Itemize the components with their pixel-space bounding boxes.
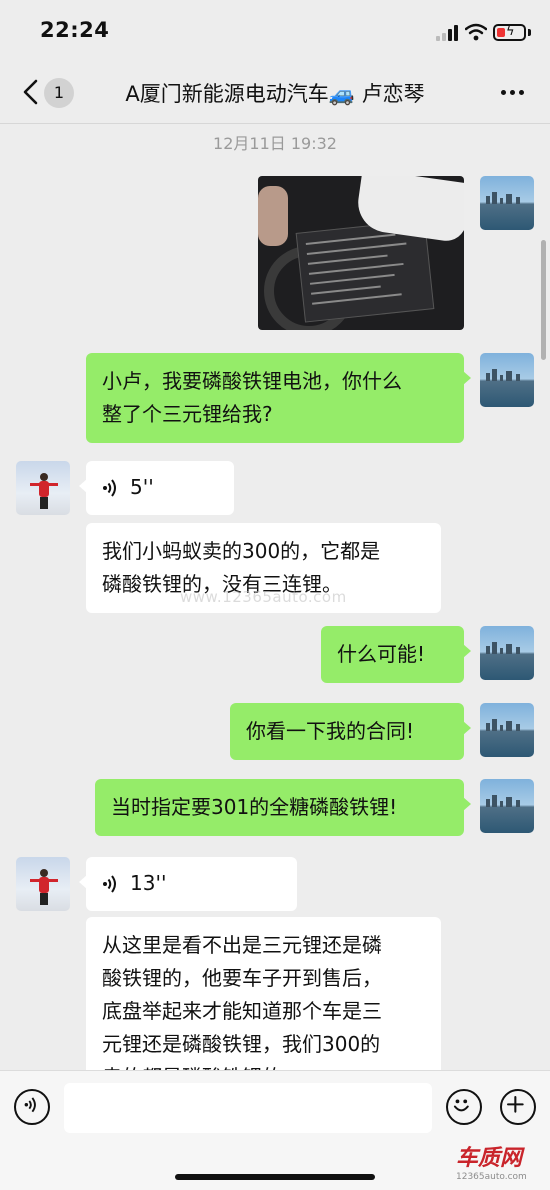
message-input[interactable] — [64, 1083, 432, 1133]
message-line: 小卢，我要磷酸铁锂电池，你什么 — [102, 369, 402, 393]
voice-message[interactable]: 5'' — [79, 461, 234, 515]
message-bubble-sent[interactable]: 什么可能! — [321, 626, 471, 683]
my-avatar[interactable] — [480, 626, 534, 680]
message-line: 我们小蚂蚁卖的300的，它都是 — [102, 539, 381, 563]
voice-message[interactable]: 13'' — [79, 857, 297, 911]
back-arrow-icon[interactable] — [20, 78, 42, 106]
voice-wave-icon — [103, 874, 116, 893]
emoji-icon[interactable] — [446, 1089, 482, 1125]
message-line: 当时指定要301的全糖磷酸铁锂! — [111, 795, 398, 819]
message-line: 卖的都是磷酸铁锂的。 — [102, 1061, 425, 1070]
message-line: 整了个三元锂给我? — [102, 402, 273, 426]
chat-scrollbar[interactable] — [541, 240, 546, 360]
message-bubble-sent[interactable]: 你看一下我的合同! — [230, 703, 471, 760]
home-indicator — [175, 1174, 375, 1180]
voice-duration: 5'' — [130, 475, 154, 499]
my-avatar[interactable] — [480, 779, 534, 833]
message-line: 什么可能! — [337, 642, 426, 666]
wifi-icon — [465, 23, 487, 41]
message-line: 元锂还是磷酸铁锂，我们300的 — [102, 1032, 381, 1056]
my-avatar[interactable] — [480, 353, 534, 407]
site-logo: 车质网 12365auto.com — [456, 1140, 548, 1188]
voice-wave-icon — [103, 478, 116, 497]
contact-avatar[interactable] — [16, 461, 70, 515]
nav-bar: 1 A厦门新能源电动汽车🚙 卢恋琴 — [0, 60, 550, 124]
my-avatar[interactable] — [480, 703, 534, 757]
message-line: 从这里是看不出是三元锂还是磷 — [102, 933, 382, 957]
battery-tip — [528, 29, 531, 36]
status-time: 22:24 — [40, 18, 110, 42]
voice-input-icon[interactable] — [14, 1089, 50, 1125]
photo-finger — [258, 186, 288, 246]
message-bubble-sent[interactable]: 当时指定要301的全糖磷酸铁锂! — [95, 779, 471, 836]
image-message[interactable] — [258, 176, 464, 330]
plus-icon[interactable] — [500, 1089, 536, 1125]
watermark-text: www.12365auto.com — [180, 588, 347, 606]
voice-duration: 13'' — [130, 871, 167, 895]
message-line: 底盘举起来才能知道那个车是三 — [102, 999, 382, 1023]
cellular-signal-icon — [436, 25, 458, 41]
unread-count-badge[interactable]: 1 — [44, 78, 74, 108]
my-avatar[interactable] — [480, 176, 534, 230]
logo-url: 12365auto.com — [456, 1172, 527, 1182]
more-icon[interactable] — [498, 90, 528, 98]
status-bar: 22:24 ϟ — [0, 0, 550, 60]
message-line: 酸铁锂的，他要车子开到售后， — [102, 966, 382, 990]
message-bubble-sent[interactable]: 小卢，我要磷酸铁锂电池，你什么 整了个三元锂给我? — [86, 353, 471, 443]
message-line: 你看一下我的合同! — [246, 719, 415, 743]
logo-name: 车质网 — [456, 1146, 523, 1171]
battery-icon: ϟ — [493, 24, 526, 41]
message-timestamp: 12月11日 19:32 — [213, 134, 337, 153]
chat-title: A厦门新能源电动汽车🚙 卢恋琴 — [125, 82, 425, 106]
contact-avatar[interactable] — [16, 857, 70, 911]
message-bubble-received[interactable]: 从这里是看不出是三元锂还是磷 酸铁锂的，他要车子开到售后， 底盘举起来才能知道那… — [86, 917, 441, 1070]
